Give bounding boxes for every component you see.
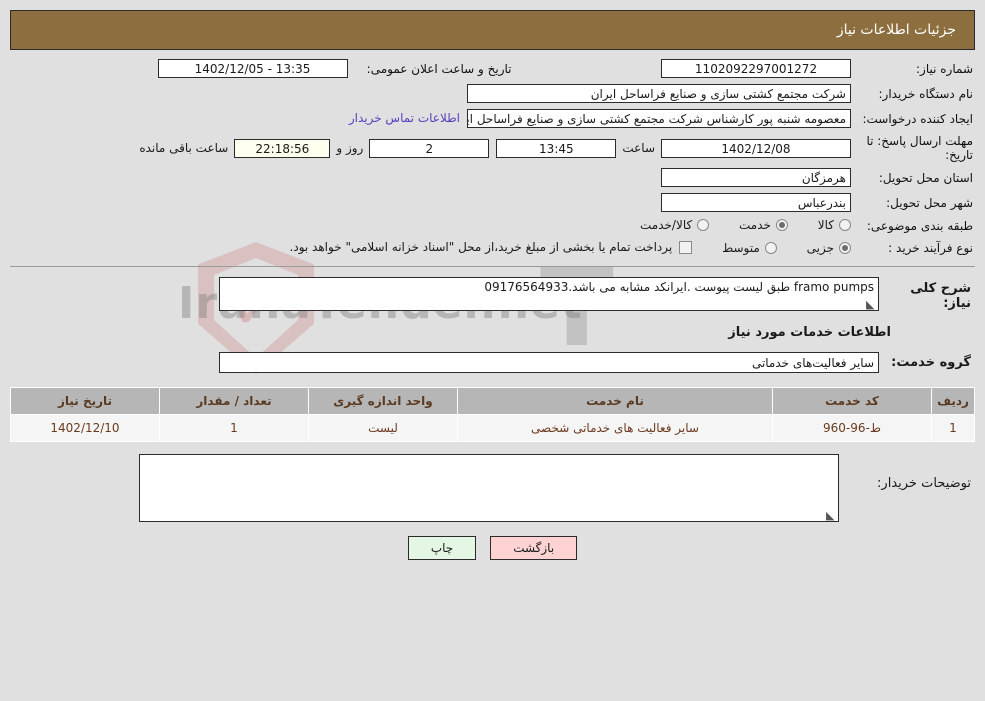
deadline-time-field[interactable]: 13:45 <box>496 138 617 158</box>
process-cell: جزیی متوسط پرداخت تمام یا بخشی از مبلغ خ… <box>10 237 853 260</box>
category-cell: کالا خدمت کالا/خدمت <box>10 215 853 237</box>
row-deadline: مهلت ارسال پاسخ: تا تاریخ: 1402/12/08 ساع… <box>10 131 975 165</box>
buyer-org-field[interactable]: شرکت مجتمع کشتی سازی و صنایع فراساحل ایر… <box>467 84 851 103</box>
row-need-number: شماره نیاز: 1102092297001272 تاریخ و ساع… <box>10 56 975 81</box>
back-button[interactable]: بازگشت <box>490 535 578 560</box>
col-quantity: تعداد / مقدار <box>159 386 309 415</box>
row-province: استان محل تحویل: هرمزگان <box>10 165 975 190</box>
need-number-field[interactable]: 1102092297001272 <box>661 59 851 78</box>
radio-option-jozii[interactable]: جزیی <box>807 241 851 255</box>
buyer-notes-textarea[interactable]: ◢ <box>139 453 839 522</box>
need-number-label: شماره نیاز: <box>916 61 973 76</box>
cell-quantity: 1 <box>159 413 309 442</box>
need-info-section: شماره نیاز: 1102092297001272 تاریخ و ساع… <box>10 56 975 267</box>
col-date: تاریخ نیاز <box>10 386 160 415</box>
countdown-field[interactable]: 22:18:56 <box>234 138 331 158</box>
radio-option-kala-khedmat[interactable]: کالا/خدمت <box>640 218 710 232</box>
announce-cell: 13:35 - 1402/12/05 <box>10 56 350 81</box>
need-info-form: شماره نیاز: 1102092297001272 تاریخ و ساع… <box>10 56 975 260</box>
announce-label: تاریخ و ساعت اعلان عمومی: <box>366 61 512 76</box>
radio-kala-icon[interactable] <box>839 219 851 231</box>
days-label: روز و <box>336 141 364 155</box>
radio-kala-label: کالا <box>817 218 834 232</box>
table-row: 1 ط-96-960 سایر فعالیت های خدماتی شخصی ل… <box>10 413 975 442</box>
page-header: جزئیات اطلاعات نیاز <box>10 10 975 50</box>
general-description-textarea[interactable]: framo pumps طبق لیست پیوست .ایرانکد مشاب… <box>219 276 879 311</box>
print-button[interactable]: چاپ <box>407 535 477 560</box>
city-label: شهر محل تحویل: <box>886 195 973 210</box>
radio-khedmat-label: خدمت <box>739 218 771 232</box>
remaining-days-field[interactable]: 2 <box>369 138 490 158</box>
row-process: نوع فرآیند خرید : جزیی متوسط پرداخت تمام… <box>10 237 975 260</box>
city-cell: بندرعباس <box>10 190 853 215</box>
services-table-wrap: ردیف کد خدمت نام خدمت واحد اندازه گیری ت… <box>10 386 975 442</box>
col-code: کد خدمت <box>772 386 932 415</box>
radio-jozii-icon[interactable] <box>839 241 851 254</box>
province-label: استان محل تحویل: <box>878 170 973 185</box>
deadline-cell: 1402/12/08 ساعت 13:45 2 روز و 22:18:56 ساعت با… <box>10 131 853 165</box>
services-table-header-row: ردیف کد خدمت نام خدمت واحد اندازه گیری ت… <box>10 386 975 415</box>
radio-motavaset-icon[interactable] <box>764 241 777 254</box>
need-number-cell: 1102092297001272 <box>514 56 854 81</box>
services-table-head: ردیف کد خدمت نام خدمت واحد اندازه گیری ت… <box>10 386 975 415</box>
services-table: ردیف کد خدمت نام خدمت واحد اندازه گیری ت… <box>10 386 975 442</box>
cell-index: 1 <box>931 413 975 442</box>
footer-actions: بازگشت چاپ <box>0 535 985 560</box>
page-root: جزئیات اطلاعات نیاز شماره نیاز: 11020922… <box>0 10 985 560</box>
radio-kala-khedmat-label: کالا/خدمت <box>640 218 693 232</box>
treasury-checkbox-icon[interactable] <box>679 240 693 254</box>
treasury-checkbox-label: پرداخت تمام یا بخشی از مبلغ خرید،از محل … <box>289 240 673 254</box>
page-title: جزئیات اطلاعات نیاز <box>836 22 956 38</box>
radio-kala-khedmat-icon[interactable] <box>697 219 710 231</box>
creator-field[interactable]: معصومه شنبه پور کارشناس شرکت مجتمع کشتی … <box>467 109 851 128</box>
row-creator: ایجاد کننده درخواست: معصومه شنبه پور کار… <box>10 106 975 131</box>
radio-khedmat-icon[interactable] <box>775 219 788 231</box>
general-description-row: شرح کلی نیاز: framo pumps طبق لیست پیوست… <box>10 276 975 311</box>
process-label: نوع فرآیند خرید : <box>888 241 973 256</box>
creator-label: ایجاد کننده درخواست: <box>862 111 973 126</box>
resize-grip-icon[interactable]: ◢ <box>826 509 836 522</box>
cell-code: ط-96-960 <box>772 413 932 442</box>
cell-unit: لیست <box>308 413 458 442</box>
remaining-label: ساعت باقی مانده <box>139 141 229 155</box>
row-city: شهر محل تحویل: بندرعباس <box>10 190 975 215</box>
treasury-checkbox-row[interactable]: پرداخت تمام یا بخشی از مبلغ خرید،از محل … <box>290 240 693 254</box>
city-field[interactable]: بندرعباس <box>661 193 851 212</box>
col-index: ردیف <box>931 386 975 415</box>
general-description-label: شرح کلی نیاز: <box>910 280 971 311</box>
service-group-field[interactable]: سایر فعالیت‌های خدماتی <box>219 351 879 373</box>
services-table-body: 1 ط-96-960 سایر فعالیت های خدماتی شخصی ل… <box>10 413 975 442</box>
radio-motavaset-label: متوسط <box>722 240 760 255</box>
hour-label: ساعت <box>622 141 655 155</box>
province-cell: هرمزگان <box>10 165 853 190</box>
creator-cell: معصومه شنبه پور کارشناس شرکت مجتمع کشتی … <box>10 106 853 131</box>
radio-option-motavaset[interactable]: متوسط <box>722 241 777 255</box>
col-unit: واحد اندازه گیری <box>308 386 458 415</box>
category-label: طبقه بندی موضوعی: <box>866 219 973 233</box>
province-field[interactable]: هرمزگان <box>661 168 851 187</box>
col-name: نام خدمت <box>457 386 773 415</box>
radio-option-kala[interactable]: کالا <box>818 218 851 232</box>
announce-datetime-field[interactable]: 13:35 - 1402/12/05 <box>157 59 348 78</box>
row-category: طبقه بندی موضوعی: کالا خدمت کالا/خدمت <box>10 215 975 237</box>
cell-date: 1402/12/10 <box>10 413 160 442</box>
buyer-contact-link[interactable]: اطلاعات تماس خریدار <box>349 111 460 125</box>
radio-option-khedmat[interactable]: خدمت <box>739 218 788 232</box>
deadline-date-field[interactable]: 1402/12/08 <box>661 138 851 158</box>
radio-jozii-label: جزیی <box>806 240 834 255</box>
cell-name: سایر فعالیت های خدماتی شخصی <box>457 413 773 442</box>
deadline-label: مهلت ارسال پاسخ: تا تاریخ: <box>866 134 973 162</box>
buyer-notes-label: توضیحات خریدار: <box>877 475 971 491</box>
buyer-notes-row: توضیحات خریدار: ◢ <box>10 453 975 522</box>
general-description-value: framo pumps طبق لیست پیوست .ایرانکد مشاب… <box>484 279 874 294</box>
buyer-org-label: نام دستگاه خریدار: <box>878 86 974 101</box>
service-group-row: گروه خدمت: سایر فعالیت‌های خدماتی <box>10 351 975 373</box>
services-section-title: اطلاعات خدمات مورد نیاز <box>728 324 891 340</box>
row-buyer-org: نام دستگاه خریدار: شرکت مجتمع کشتی سازی … <box>10 81 975 106</box>
resize-grip-icon[interactable]: ◢ <box>866 298 876 310</box>
buyer-org-cell: شرکت مجتمع کشتی سازی و صنایع فراساحل ایر… <box>10 81 853 106</box>
service-group-label: گروه خدمت: <box>891 354 971 370</box>
